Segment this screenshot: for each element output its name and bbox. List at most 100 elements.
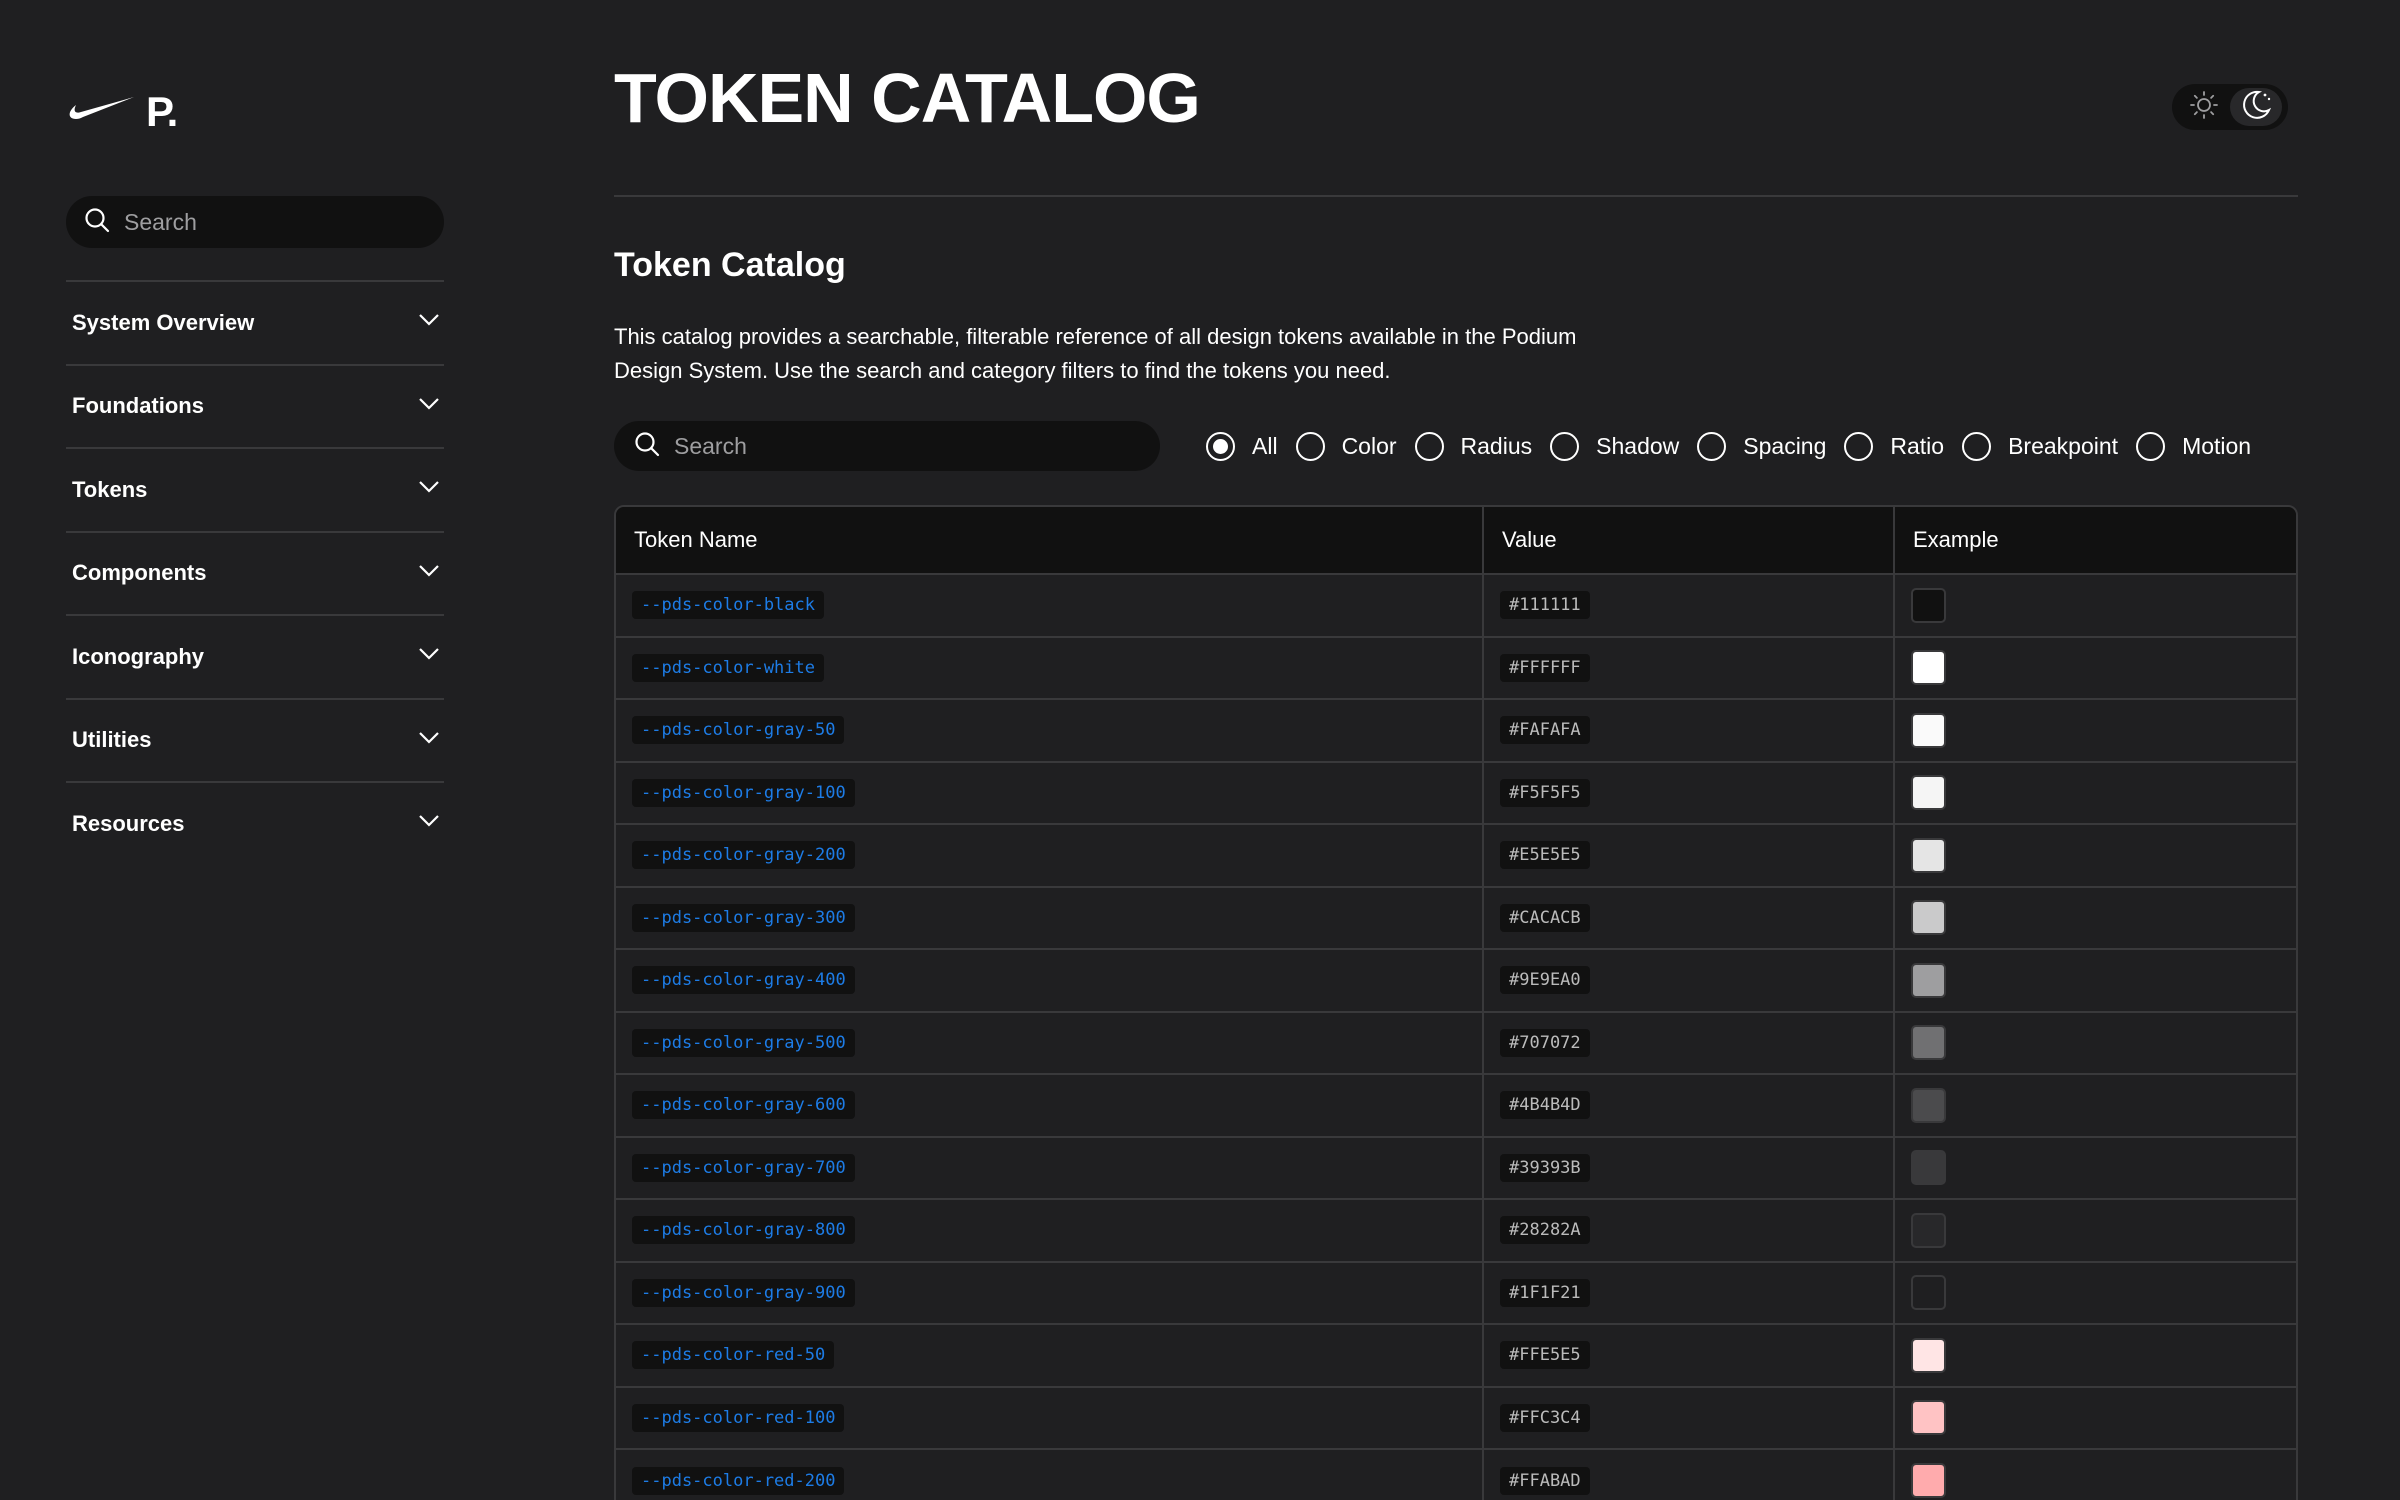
radio-unselected-icon — [1414, 431, 1444, 461]
radio-spacing[interactable]: Spacing — [1697, 431, 1826, 461]
token-value-cell: #9E9EA0 — [1483, 948, 1895, 1012]
color-swatch — [1911, 1087, 1946, 1123]
token-value: #FFABAD — [1500, 1466, 1590, 1495]
token-example-cell — [1894, 1010, 2296, 1074]
token-value-cell: #28282A — [1483, 1198, 1895, 1262]
token-name[interactable]: --pds-color-red-200 — [632, 1466, 845, 1495]
radio-unselected-icon — [1844, 431, 1874, 461]
sidebar-item-foundations[interactable]: Foundations — [66, 363, 444, 448]
token-name[interactable]: --pds-color-gray-50 — [632, 716, 845, 745]
table-row: --pds-color-black #111111 — [616, 573, 2296, 637]
light-mode-button[interactable] — [2178, 88, 2230, 126]
token-name[interactable]: --pds-color-gray-500 — [632, 1028, 855, 1057]
token-name-cell: --pds-color-red-200 — [616, 1448, 1484, 1500]
color-swatch — [1911, 775, 1946, 811]
radio-motion[interactable]: Motion — [2136, 431, 2251, 461]
color-swatch — [1911, 650, 1946, 686]
token-name-cell: --pds-color-black — [616, 573, 1484, 637]
token-name[interactable]: --pds-color-gray-800 — [632, 1216, 855, 1245]
token-search-placeholder: Search — [674, 432, 747, 459]
token-value: #707072 — [1500, 1028, 1590, 1057]
sun-icon — [2189, 90, 2219, 125]
token-example-cell — [1894, 1448, 2296, 1500]
token-example-cell — [1894, 1135, 2296, 1199]
token-value-cell: #FFABAD — [1483, 1448, 1895, 1500]
token-name[interactable]: --pds-color-gray-900 — [632, 1278, 855, 1307]
token-example-cell — [1894, 573, 2296, 637]
token-name[interactable]: --pds-color-gray-700 — [632, 1153, 855, 1182]
sidebar-item-system-overview[interactable]: System Overview — [66, 280, 444, 364]
radio-unselected-icon — [1697, 431, 1727, 461]
token-name[interactable]: --pds-color-red-100 — [632, 1403, 845, 1432]
token-value-cell: #E5E5E5 — [1483, 823, 1895, 887]
token-name-cell: --pds-color-gray-900 — [616, 1260, 1484, 1324]
color-swatch — [1911, 837, 1946, 873]
color-swatch — [1911, 962, 1946, 998]
radio-unselected-icon — [1962, 431, 1992, 461]
color-swatch — [1911, 712, 1946, 748]
radio-radius[interactable]: Radius — [1414, 431, 1532, 461]
token-name[interactable]: --pds-color-red-50 — [632, 1341, 835, 1370]
token-name-cell: --pds-color-gray-400 — [616, 948, 1484, 1012]
radio-shadow[interactable]: Shadow — [1550, 431, 1679, 461]
chevron-down-icon — [418, 480, 440, 499]
token-filters: Search All Color Radius Shadow Spacing R… — [614, 421, 2298, 471]
token-name[interactable]: --pds-color-gray-600 — [632, 1091, 855, 1120]
table-row: --pds-color-gray-800 #28282A — [616, 1198, 2296, 1262]
token-value-cell: #1F1F21 — [1483, 1260, 1895, 1324]
sidebar-item-components[interactable]: Components — [66, 530, 444, 615]
radio-unselected-icon — [1550, 431, 1580, 461]
dark-mode-button[interactable] — [2230, 88, 2282, 126]
token-example-cell — [1894, 1260, 2296, 1324]
token-name[interactable]: --pds-color-white — [632, 653, 824, 682]
category-radio-group: All Color Radius Shadow Spacing Ratio Br… — [1206, 431, 2251, 461]
token-value: #FFFFFF — [1500, 653, 1590, 682]
token-name[interactable]: --pds-color-gray-300 — [632, 903, 855, 932]
token-name[interactable]: --pds-color-black — [632, 591, 824, 620]
brand-logo[interactable]: P. — [68, 88, 178, 136]
radio-all[interactable]: All — [1206, 431, 1278, 461]
token-name[interactable]: --pds-color-gray-400 — [632, 966, 855, 995]
radio-ratio[interactable]: Ratio — [1844, 431, 1944, 461]
sidebar-item-utilities[interactable]: Utilities — [66, 697, 444, 782]
section-description: This catalog provides a searchable, filt… — [614, 324, 1577, 383]
token-name[interactable]: --pds-color-gray-100 — [632, 778, 855, 807]
chevron-down-icon — [418, 814, 440, 833]
chevron-down-icon — [418, 313, 440, 332]
radio-color[interactable]: Color — [1295, 431, 1397, 461]
token-name-cell: --pds-color-gray-200 — [616, 823, 1484, 887]
sidebar-item-tokens[interactable]: Tokens — [66, 447, 444, 531]
table-row: --pds-color-red-100 #FFC3C4 — [616, 1385, 2296, 1449]
theme-toggle[interactable] — [2172, 84, 2288, 130]
chevron-down-icon — [418, 647, 440, 666]
table-row: --pds-color-red-50 #FFE5E5 — [616, 1323, 2296, 1387]
token-search-input[interactable]: Search — [614, 421, 1160, 471]
token-name-cell: --pds-color-red-50 — [616, 1323, 1484, 1387]
radio-breakpoint[interactable]: Breakpoint — [1962, 431, 2118, 461]
token-name[interactable]: --pds-color-gray-200 — [632, 841, 855, 870]
sidebar-item-iconography[interactable]: Iconography — [66, 614, 444, 698]
column-header-value: Value — [1483, 507, 1895, 574]
table-row: --pds-color-gray-50 #FAFAFA — [616, 698, 2296, 762]
token-example-cell — [1894, 948, 2296, 1012]
search-icon — [634, 431, 660, 462]
token-name-cell: --pds-color-white — [616, 635, 1484, 699]
sidebar-item-label: Tokens — [72, 476, 148, 502]
token-name-cell: --pds-color-gray-50 — [616, 698, 1484, 762]
token-table: Token Name Value Example --pds-color-bla… — [614, 505, 2298, 1500]
token-value-cell: #FAFAFA — [1483, 698, 1895, 762]
sidebar-search-input[interactable]: Search — [66, 196, 444, 248]
sidebar-nav: System Overview Foundations Tokens Compo… — [66, 280, 444, 865]
table-row: --pds-color-gray-500 #707072 — [616, 1010, 2296, 1074]
table-row: --pds-color-gray-400 #9E9EA0 — [616, 948, 2296, 1012]
token-name-cell: --pds-color-gray-100 — [616, 760, 1484, 824]
token-value-cell: #4B4B4D — [1483, 1073, 1895, 1137]
color-swatch — [1911, 1025, 1946, 1061]
token-name-cell: --pds-color-red-100 — [616, 1385, 1484, 1449]
token-value-cell: #111111 — [1483, 573, 1895, 637]
token-value-cell: #FFC3C4 — [1483, 1385, 1895, 1449]
table-row: --pds-color-white #FFFFFF — [616, 635, 2296, 699]
table-header-row: Token Name Value Example — [616, 507, 2296, 574]
token-value: #E5E5E5 — [1500, 841, 1590, 870]
sidebar-item-resources[interactable]: Resources — [66, 781, 444, 865]
